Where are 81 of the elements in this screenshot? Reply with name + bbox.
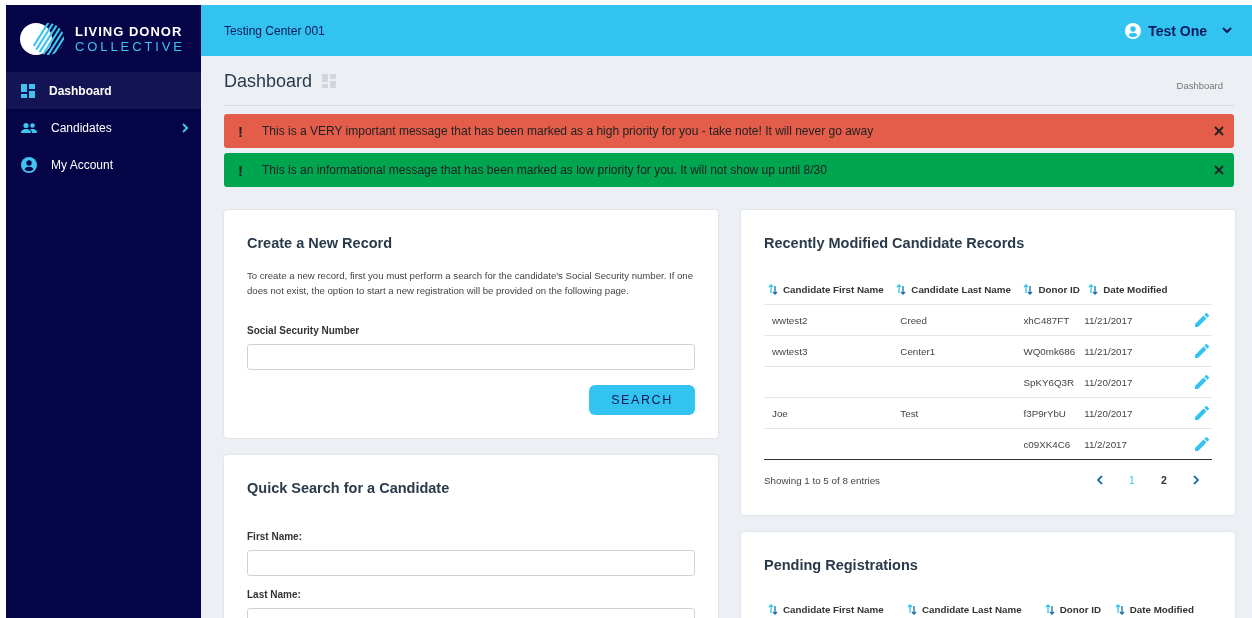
breadcrumb: Dashboard xyxy=(1176,79,1223,91)
sort-icon xyxy=(896,283,907,295)
logo-icon xyxy=(18,20,65,57)
pencil-icon xyxy=(1195,437,1210,451)
sort-icon xyxy=(1114,603,1125,615)
dashboard-icon xyxy=(21,83,35,98)
chevron-right-icon xyxy=(1192,475,1200,485)
column-header[interactable]: Donor ID xyxy=(1040,594,1111,618)
table-cell: Test xyxy=(892,397,1020,429)
input-field[interactable] xyxy=(247,550,695,576)
field-label: First Name: xyxy=(247,531,303,542)
close-button[interactable] xyxy=(1214,165,1224,175)
field-label: Last Name: xyxy=(247,589,302,600)
edit-button[interactable] xyxy=(1195,313,1210,327)
sort-icon xyxy=(1023,283,1034,295)
column-header[interactable]: Candidate Last Name xyxy=(902,594,1041,618)
testing-center-name: Testing Center 001 xyxy=(224,23,326,38)
alert-icon: ! xyxy=(238,122,246,140)
card-title: Recently Modified Candidate Records xyxy=(764,234,1026,252)
sidebar-item[interactable]: Candidates xyxy=(6,109,201,146)
pencil-icon xyxy=(1195,406,1210,420)
pencil-icon xyxy=(1195,375,1210,389)
sidebar-item[interactable]: Dashboard xyxy=(6,72,201,109)
table-cell: 11/20/2017 xyxy=(1084,397,1174,429)
entries-summary: Showing 1 to 5 of 8 entries xyxy=(764,474,881,486)
brand-name: LIVING DONOR xyxy=(75,23,184,39)
alert-message: This is an informational message that has been marked as low priority for you. It will not show up until 8/30 xyxy=(262,163,828,177)
sort-icon xyxy=(768,603,778,615)
card-title: Create a New Record xyxy=(247,234,394,252)
chevron-left-icon xyxy=(1096,475,1104,485)
pencil-icon xyxy=(1195,344,1210,358)
close-icon xyxy=(1214,126,1224,136)
user-menu-button[interactable]: Test One xyxy=(1125,22,1232,39)
column-header[interactable]: Candidate Last Name xyxy=(892,274,1020,305)
table-cell: 11/20/2017 xyxy=(1084,366,1174,398)
page-title: Dashboard xyxy=(224,70,313,92)
column-header[interactable]: Candidate First Name xyxy=(764,594,903,618)
edit-button[interactable] xyxy=(1195,375,1210,389)
table-cell: 11/21/2017 xyxy=(1084,304,1174,336)
people-icon xyxy=(21,122,37,133)
table-cell: WQ0mk686 xyxy=(1019,335,1085,367)
table-cell: xhC487FT xyxy=(1019,304,1085,336)
table-cell: Center1 xyxy=(892,335,1020,367)
alert-icon: ! xyxy=(238,161,246,179)
column-header[interactable]: Date Modified xyxy=(1084,274,1174,305)
sort-icon xyxy=(1088,283,1099,295)
sidebar-item[interactable]: My Account xyxy=(6,146,201,183)
table-cell: Creed xyxy=(892,304,1020,336)
table-cell: c09XK4C6 xyxy=(1019,428,1085,460)
column-header[interactable]: Date Modified xyxy=(1110,594,1208,618)
search-button[interactable]: SEARCH xyxy=(589,385,695,415)
dashboard-icon xyxy=(322,74,337,88)
edit-button[interactable] xyxy=(1195,406,1210,420)
account-icon xyxy=(21,156,37,173)
card-title: Quick Search for a Candidate xyxy=(247,479,451,497)
table-cell: SpKY6Q3R xyxy=(1019,366,1085,398)
alert-message: This is a VERY important message that has been marked as a high priority for you - take note! It will never go away xyxy=(262,124,875,138)
table-cell: wwtest2 xyxy=(764,304,893,336)
pencil-icon xyxy=(1195,313,1210,327)
card-description: To create a new record, first you must perform a search for the candidate's Social Security number. If one does not exist, the option to start a new registration will be provided on the following page. xyxy=(247,269,695,298)
field-label: Social Security Number xyxy=(247,325,361,336)
caret-icon xyxy=(1222,27,1232,34)
edit-button[interactable] xyxy=(1195,344,1210,358)
table-cell: wwtest3 xyxy=(764,335,893,367)
close-icon xyxy=(1214,165,1224,175)
column-header[interactable]: Donor ID xyxy=(1019,274,1085,305)
sort-icon xyxy=(768,283,778,295)
sort-icon xyxy=(906,603,917,615)
table-cell: 11/2/2017 xyxy=(1084,428,1174,460)
card-title: Pending Registrations xyxy=(764,556,919,574)
account-icon xyxy=(1125,22,1142,39)
column-header[interactable]: Candidate First Name xyxy=(764,274,893,305)
table-cell: 11/21/2017 xyxy=(1084,335,1174,367)
table-cell: f3P9rYbU xyxy=(1019,397,1085,429)
sort-icon xyxy=(1044,603,1055,615)
brand-subtitle: COLLECTIVE xyxy=(75,38,185,54)
input-field[interactable] xyxy=(247,344,695,370)
page-button[interactable]: 2 xyxy=(1148,468,1180,492)
edit-button[interactable] xyxy=(1195,437,1210,451)
table-cell: Joe xyxy=(764,397,893,429)
close-button[interactable] xyxy=(1214,126,1224,136)
